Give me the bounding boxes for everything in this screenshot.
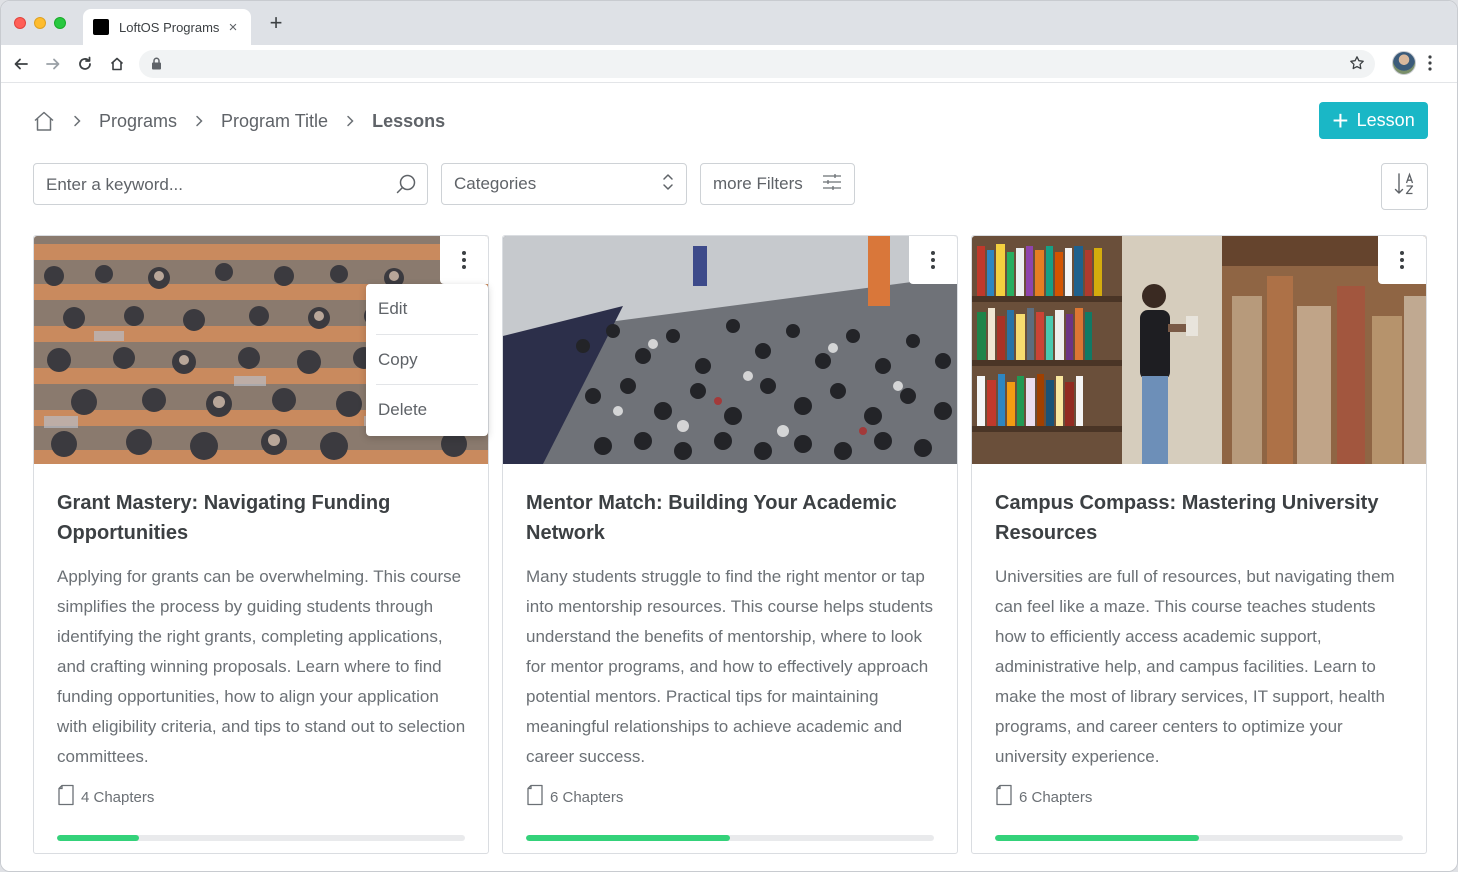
- page-icon: [995, 784, 1013, 811]
- close-window-button[interactable]: [14, 17, 26, 29]
- breadcrumb-program-title[interactable]: Program Title: [221, 111, 328, 132]
- categories-label: Categories: [454, 174, 537, 193]
- maximize-window-button[interactable]: [54, 17, 66, 29]
- progress-fill: [57, 835, 139, 841]
- chapters-count: 6 Chapters: [995, 784, 1093, 811]
- progress-bar: [995, 835, 1403, 841]
- card-options-menu: Edit Copy Delete: [366, 284, 488, 436]
- bookmark-star-icon[interactable]: [1349, 55, 1365, 76]
- browser-tab[interactable]: LoftOS Programs ×: [83, 9, 251, 45]
- add-lesson-label: Lesson: [1356, 110, 1415, 130]
- menu-item-edit[interactable]: Edit: [376, 284, 478, 334]
- new-tab-button[interactable]: +: [265, 12, 287, 34]
- lock-icon: [151, 57, 162, 75]
- chapters-label: 4 Chapters: [81, 788, 155, 806]
- chapters-count: 4 Chapters: [57, 784, 155, 811]
- chapters-count: 6 Chapters: [526, 784, 624, 811]
- reload-icon[interactable]: [74, 53, 96, 75]
- tab-strip: LoftOS Programs × +: [1, 1, 1457, 45]
- progress-bar: [526, 835, 934, 841]
- categories-select[interactable]: Categories: [441, 163, 687, 205]
- sort-az-icon: [1394, 172, 1416, 201]
- chevron-right-icon: [73, 115, 81, 127]
- tab-close-icon[interactable]: ×: [225, 19, 241, 36]
- menu-item-delete[interactable]: Delete: [376, 384, 478, 434]
- browser-menu-icon[interactable]: [1427, 53, 1433, 78]
- sort-az-button[interactable]: [1381, 163, 1428, 210]
- breadcrumb-lessons: Lessons: [372, 110, 446, 131]
- card-title[interactable]: Campus Compass: Mastering University Res…: [995, 488, 1395, 548]
- card-options-button[interactable]: [440, 236, 488, 284]
- progress-fill: [526, 835, 730, 841]
- more-filters-label: more Filters: [713, 174, 803, 193]
- breadcrumb: Programs Program Title Lessons: [33, 108, 445, 134]
- progress-bar: [57, 835, 465, 841]
- lesson-card[interactable]: Grant Mastery: Navigating Funding Opport…: [33, 235, 489, 854]
- search-icon[interactable]: [395, 173, 417, 200]
- favicon-icon: [93, 19, 109, 35]
- forward-icon[interactable]: [42, 53, 64, 75]
- card-title[interactable]: Mentor Match: Building Your Academic Net…: [526, 488, 926, 548]
- tab-title: LoftOS Programs: [119, 19, 220, 35]
- chapters-label: 6 Chapters: [550, 788, 624, 806]
- minimize-window-button[interactable]: [34, 17, 46, 29]
- more-filters-button[interactable]: more Filters: [700, 163, 855, 205]
- card-description: Applying for grants can be overwhelming.…: [57, 567, 466, 766]
- page-icon: [526, 784, 544, 811]
- address-bar[interactable]: [139, 50, 1375, 78]
- search-field[interactable]: [33, 163, 428, 205]
- page-content: Programs Program Title Lessons + Lesson …: [1, 84, 1457, 871]
- browser-window: LoftOS Programs × + Programs Program Tit…: [0, 0, 1458, 872]
- search-input[interactable]: [46, 174, 386, 196]
- back-icon[interactable]: [10, 53, 32, 75]
- add-lesson-button[interactable]: + Lesson: [1319, 102, 1428, 139]
- card-description: Many students struggle to find the right…: [526, 567, 933, 766]
- profile-avatar[interactable]: [1392, 51, 1416, 75]
- home-icon[interactable]: [33, 110, 55, 132]
- card-options-button[interactable]: [1378, 236, 1426, 284]
- lesson-image-library: [972, 236, 1426, 464]
- chapters-label: 6 Chapters: [1019, 788, 1093, 806]
- chevron-right-icon: [195, 115, 203, 127]
- chevron-up-down-icon: [662, 172, 674, 197]
- lesson-card[interactable]: Mentor Match: Building Your Academic Net…: [502, 235, 958, 854]
- chevron-right-icon: [346, 115, 354, 127]
- card-description: Universities are full of resources, but …: [995, 567, 1395, 766]
- home-icon[interactable]: [106, 53, 128, 75]
- progress-fill: [995, 835, 1199, 841]
- sliders-icon: [822, 173, 842, 196]
- page-icon: [57, 784, 75, 811]
- breadcrumb-programs[interactable]: Programs: [99, 111, 177, 132]
- card-options-button[interactable]: [909, 236, 957, 284]
- lesson-image-crowd: [503, 236, 957, 464]
- card-title[interactable]: Grant Mastery: Navigating Funding Opport…: [57, 488, 457, 548]
- plus-icon: +: [1332, 104, 1349, 136]
- lesson-card[interactable]: Campus Compass: Mastering University Res…: [971, 235, 1427, 854]
- browser-toolbar: [1, 45, 1457, 83]
- menu-item-copy[interactable]: Copy: [376, 334, 478, 384]
